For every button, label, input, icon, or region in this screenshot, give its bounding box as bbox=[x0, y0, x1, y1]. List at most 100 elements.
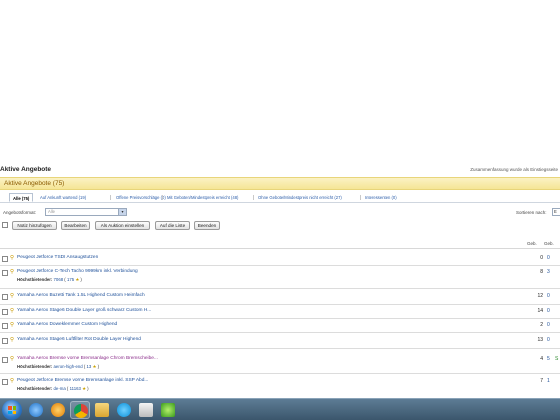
star-icon: ★ bbox=[92, 364, 97, 369]
filter-tab-no-bids[interactable]: Ohne Gebote/Mindestpreis nicht erreicht … bbox=[255, 193, 345, 202]
tab-divider bbox=[162, 195, 163, 200]
bid-count: 0 bbox=[540, 255, 543, 261]
bidder-label: Höchstbietender: bbox=[17, 386, 53, 391]
star-icon: ★ bbox=[82, 386, 86, 391]
bid-count: 4 bbox=[540, 356, 543, 362]
skype-icon[interactable] bbox=[114, 401, 134, 419]
tab-divider bbox=[110, 195, 111, 200]
watcher-count[interactable]: 5 bbox=[547, 356, 550, 362]
bidder-label: Höchstbietender: bbox=[17, 277, 53, 282]
media-player-icon[interactable] bbox=[48, 401, 68, 419]
highest-bidder: Höchstbietender: de-ma ( 11163 ★ ) bbox=[17, 386, 89, 391]
filter-tab-awaiting[interactable]: Auf Ankunft wartend (19) bbox=[37, 193, 89, 202]
watcher-count[interactable]: 0 bbox=[547, 308, 550, 314]
select-all-checkbox[interactable] bbox=[2, 222, 8, 228]
tab-divider bbox=[253, 195, 254, 200]
listing-row: ⚲ Peugeot Jetforce C-Tech Tacho 9999km i… bbox=[0, 266, 560, 289]
page-heading: Aktive Angebote bbox=[0, 166, 52, 173]
listing-title[interactable]: Yamaha Aerox Buzetti Tank 1.5L Highend C… bbox=[17, 293, 145, 299]
listing-row: ⚲ Peugeot Jetforce Bremse vorne Bremsanl… bbox=[0, 374, 560, 398]
row-checkbox[interactable] bbox=[2, 323, 8, 329]
listing-title[interactable]: Yamaha Aerox Stage6 Double Layer groß sc… bbox=[17, 308, 151, 314]
listing-title[interactable]: Yamaha Aerox Stage6 Luftfilter Rot Doubl… bbox=[17, 337, 141, 343]
filter-tab-all[interactable]: Alle (75) bbox=[9, 193, 34, 202]
watcher-count[interactable]: 0 bbox=[547, 337, 550, 343]
watcher-count[interactable]: 0 bbox=[547, 293, 550, 299]
row-checkbox[interactable] bbox=[2, 357, 8, 363]
tab-divider bbox=[360, 195, 361, 200]
listing-row: ⚲ Yamaha Aerox Stage6 Double Layer groß … bbox=[0, 305, 560, 319]
bidder-name[interactable]: aeron-high-end bbox=[54, 364, 83, 369]
filter-tabs: Alle (75) Auf Ankunft wartend (19) Offen… bbox=[0, 193, 560, 203]
listing-row: ⚲ Yamaha Aerox Doweklemmer Custom Highen… bbox=[0, 319, 560, 333]
listing-title[interactable]: Peugeot Jetforce TSDI Ansaugstutzen bbox=[17, 255, 98, 261]
listing-row: ⚲ Yamaha Aerox Bremse vorne Bremsanlage … bbox=[0, 349, 560, 374]
summary-note: Zusammenfassung wurde als Einstiegsseite bbox=[470, 167, 558, 172]
row-checkbox[interactable] bbox=[2, 294, 8, 300]
row-checkbox[interactable] bbox=[2, 338, 8, 344]
bid-count: 13 bbox=[537, 337, 543, 343]
listing-row: ⚲ Yamaha Aerox Stage6 Luftfilter Rot Dou… bbox=[0, 333, 560, 349]
feedback-score[interactable]: 13 bbox=[87, 364, 92, 369]
key-icon: ⚲ bbox=[10, 308, 15, 314]
key-icon: ⚲ bbox=[10, 356, 15, 362]
section-title: Aktive Angebote (75) bbox=[4, 180, 65, 187]
listing-row: ⚲ Yamaha Aerox Buzetti Tank 1.5L Highend… bbox=[0, 289, 560, 305]
explorer-icon[interactable] bbox=[26, 401, 46, 419]
feedback-score[interactable]: 175 bbox=[67, 277, 74, 282]
bid-count: 8 bbox=[540, 269, 543, 275]
listing-title[interactable]: Yamaha Aerox Bremse vorne Bremsanlage Ch… bbox=[17, 356, 158, 362]
bidder-name[interactable]: 7068 bbox=[54, 277, 64, 282]
highest-bidder: Höchstbietender: aeron-high-end ( 13 ★ ) bbox=[17, 364, 99, 369]
windows-explorer-icon[interactable] bbox=[92, 401, 112, 419]
star-icon: ★ bbox=[75, 277, 80, 282]
end-button[interactable]: Beenden bbox=[194, 221, 220, 230]
row-checkbox[interactable] bbox=[2, 379, 8, 385]
format-select-value: Alle bbox=[48, 209, 55, 214]
format-label: Angebotsformat: bbox=[3, 210, 37, 215]
format-select[interactable]: Alle ▾ bbox=[45, 208, 127, 216]
windows-logo-icon bbox=[8, 406, 16, 414]
chevron-down-icon: ▾ bbox=[118, 209, 126, 215]
key-icon: ⚲ bbox=[10, 337, 15, 343]
column-header-watchers[interactable]: Geb. bbox=[544, 241, 554, 246]
feedback-score[interactable]: 11163 bbox=[70, 386, 81, 391]
column-header-bids[interactable]: Geb. bbox=[527, 241, 537, 246]
bidder-name[interactable]: de-ma bbox=[54, 386, 66, 391]
filter-tab-watchers[interactable]: Interessenten (0) bbox=[362, 193, 400, 202]
start-button[interactable] bbox=[2, 400, 22, 420]
key-icon: ⚲ bbox=[10, 293, 15, 299]
divider bbox=[0, 248, 560, 249]
bid-count: 2 bbox=[540, 322, 543, 328]
row-checkbox[interactable] bbox=[2, 256, 8, 262]
bid-count: 14 bbox=[537, 308, 543, 314]
email-icon[interactable] bbox=[136, 401, 156, 419]
bid-count: 7 bbox=[540, 378, 543, 384]
watcher-count[interactable]: 3 bbox=[547, 269, 550, 275]
game-icon[interactable] bbox=[158, 401, 178, 419]
row-checkbox[interactable] bbox=[2, 270, 8, 276]
watcher-count[interactable]: 1 bbox=[547, 378, 550, 384]
chrome-icon[interactable] bbox=[70, 401, 90, 419]
add-to-list-button[interactable]: Auf die Liste bbox=[155, 221, 190, 230]
filter-tab-with-bids[interactable]: Mit Geboten/Mindestpreis erreicht (48) bbox=[164, 193, 241, 202]
key-icon: ⚲ bbox=[10, 378, 15, 384]
watcher-count[interactable]: 0 bbox=[547, 255, 550, 261]
section-bar: Aktive Angebote (75) bbox=[0, 177, 560, 190]
add-note-button[interactable]: Notiz hinzufügen bbox=[12, 221, 57, 230]
sort-select[interactable]: E bbox=[552, 208, 560, 216]
listing-title[interactable]: Peugeot Jetforce C-Tech Tacho 9999km ink… bbox=[17, 269, 138, 275]
list-as-auction-button[interactable]: Als Auktion einstellen bbox=[95, 221, 150, 230]
watcher-count[interactable]: 0 bbox=[547, 322, 550, 328]
row-extra: S bbox=[555, 356, 559, 362]
listing-title[interactable]: Yamaha Aerox Doweklemmer Custom Highend bbox=[17, 322, 117, 328]
filter-tab-offers[interactable]: Offene Preisvorschläge (0) bbox=[113, 193, 169, 202]
taskbar bbox=[0, 398, 560, 420]
edit-button[interactable]: Bearbeiten bbox=[61, 221, 90, 230]
row-checkbox[interactable] bbox=[2, 309, 8, 315]
bidder-label: Höchstbietender: bbox=[17, 364, 53, 369]
listing-title[interactable]: Peugeot Jetforce Bremse vorne Bremsanlag… bbox=[17, 378, 148, 384]
key-icon: ⚲ bbox=[10, 269, 15, 275]
bid-count: 12 bbox=[537, 293, 543, 299]
highest-bidder: Höchstbietender: 7068 ( 175 ★ ) bbox=[17, 277, 82, 282]
